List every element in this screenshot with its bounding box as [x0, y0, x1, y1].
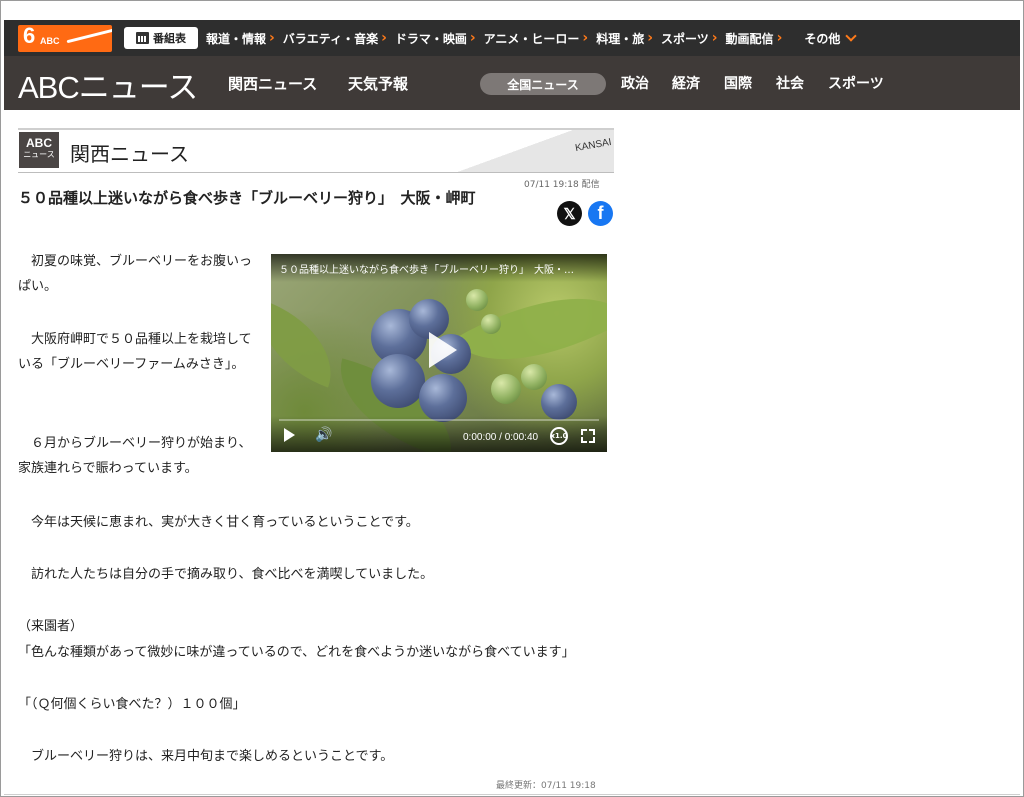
calendar-icon: [136, 32, 149, 44]
video-title: ５０品種以上迷いながら食べ歩き「ブルーベリー狩り」 大阪・…: [271, 254, 607, 282]
fullscreen-icon[interactable]: [581, 429, 595, 443]
video-time: 0:00:00 / 0:00:40: [463, 432, 539, 443]
chevron-right-icon: ›: [582, 30, 589, 46]
playback-speed-icon[interactable]: x1.0: [550, 427, 568, 445]
control-play-icon[interactable]: [284, 428, 295, 442]
other-menu[interactable]: その他: [804, 29, 858, 47]
article-paragraph: （来園者）: [18, 619, 84, 634]
category-sports[interactable]: スポーツ: [828, 73, 884, 93]
chevron-down-icon: [845, 29, 858, 42]
genre-nav-item[interactable]: スポーツ ›: [661, 30, 718, 47]
schedule-button[interactable]: 番組表: [124, 27, 198, 49]
last-updated: 最終更新：07/11 19:18: [496, 781, 596, 791]
abc-news-logo[interactable]: ABCニュース: [18, 62, 198, 107]
network-bar: 6 ABC 番組表 報道・情報 › バラエティ・音楽 › ドラマ・映画 › アニメ・ヒ…: [4, 20, 1020, 56]
genre-nav-label: バラエティ・音楽: [282, 31, 379, 46]
genre-nav-item[interactable]: 動画配信 ›: [726, 30, 783, 47]
chevron-right-icon: ›: [647, 30, 653, 46]
article-paragraph: ６月からブルーベリー狩りが始まり、家族連れらで賑わっています。: [18, 436, 252, 476]
schedule-label: 番組表: [153, 32, 186, 45]
thumbnail-green-berry: [481, 314, 501, 334]
section-logo-line2: ニュース: [23, 150, 55, 159]
genre-nav-label: スポーツ: [661, 31, 709, 46]
genre-nav-item[interactable]: 報道・情報 ›: [206, 30, 275, 47]
genre-nav-label: アニメ・ヒーロー: [483, 31, 580, 46]
article-paragraph: 今年は天候に恵まれ、実が大きく甘く育っているということです。: [18, 515, 419, 530]
publish-datetime: 07/11 19:18 配信: [524, 180, 600, 190]
thumbnail-green-berry: [491, 374, 521, 404]
genre-nav-label: 動画配信: [725, 31, 774, 46]
genre-nav-item[interactable]: 料理・旅 ›: [596, 30, 653, 47]
video-player[interactable]: ５０品種以上迷いながら食べ歩き「ブルーベリー狩り」 大阪・… 🔊 0:00:00…: [271, 254, 607, 452]
category-economy[interactable]: 経済: [672, 73, 700, 93]
article-paragraph: ブルーベリー狩りは、来月中旬まで楽しめるということです。: [18, 749, 394, 764]
logo-number: 6: [23, 25, 36, 48]
play-icon[interactable]: [417, 328, 461, 372]
section-logo: ABC ニュース: [19, 132, 59, 168]
article-paragraph: 大阪府岬町で５０品種以上を栽培している「ブルーベリーファームみさき」。: [18, 332, 252, 372]
chevron-right-icon: ›: [711, 30, 718, 46]
section-tag: KANSAI: [574, 136, 613, 155]
video-progress-bar[interactable]: [279, 419, 599, 421]
chevron-right-icon: ›: [269, 30, 275, 46]
thumbnail-leaf: [271, 300, 349, 388]
tab-national-news[interactable]: 全国ニュース: [480, 73, 606, 95]
video-controls: 🔊 0:00:00 / 0:00:40 x1.0: [271, 416, 607, 452]
article-quote: 「（Ｑ何個くらい食べた？）１００個」: [18, 697, 246, 712]
genre-nav-label: 報道・情報: [206, 31, 267, 46]
section-title: 関西ニュース: [70, 142, 189, 166]
genre-nav-item[interactable]: ドラマ・映画 ›: [395, 30, 476, 47]
article-paragraph: 初夏の味覚、ブルーベリーをお腹いっぱい。: [18, 254, 253, 294]
thumbnail-berry: [541, 384, 577, 420]
section-header: ABC ニュース 関西ニュース KANSAI: [18, 128, 614, 173]
genre-nav-label: 料理・旅: [596, 31, 645, 46]
volume-icon[interactable]: 🔊: [315, 427, 332, 443]
thumbnail-green-berry: [521, 364, 547, 390]
nav-weather[interactable]: 天気予報: [348, 73, 408, 94]
section-logo-line1: ABC: [26, 136, 52, 150]
divider: [4, 794, 1020, 795]
x-share-icon[interactable]: 𝕏: [557, 201, 582, 226]
article-quote: 「色んな種類があって微妙に味が違っているので、どれを食べようか迷いながら食べてい…: [18, 645, 575, 660]
article-headline: ５０品種以上迷いながら食べ歩き「ブルーベリー狩り」 大阪・岬町: [18, 189, 476, 207]
chevron-right-icon: ›: [469, 30, 476, 46]
abc-tv-logo[interactable]: 6 ABC: [18, 25, 112, 52]
chevron-right-icon: ›: [776, 30, 783, 46]
news-header: ABCニュース 関西ニュース 天気予報 全国ニュース 政治 経済 国際 社会 ス…: [4, 56, 1020, 110]
facebook-share-icon[interactable]: f: [588, 201, 613, 226]
genre-nav-item[interactable]: アニメ・ヒーロー ›: [484, 30, 589, 47]
category-politics[interactable]: 政治: [621, 73, 649, 93]
chevron-right-icon: ›: [381, 30, 387, 46]
genre-nav-item[interactable]: バラエティ・音楽 ›: [283, 30, 387, 47]
article-paragraph: 訪れた人たちは自分の手で摘み取り、食べ比べを満喫していました。: [18, 567, 434, 582]
category-society[interactable]: 社会: [776, 73, 804, 93]
thumbnail-green-berry: [466, 289, 488, 311]
category-international[interactable]: 国際: [724, 73, 752, 93]
logo-swoosh: [66, 25, 112, 44]
genre-nav: 報道・情報 › バラエティ・音楽 › ドラマ・映画 › アニメ・ヒーロー › 料理・旅 ›…: [206, 20, 863, 56]
genre-nav-label: ドラマ・映画: [394, 31, 467, 46]
thumbnail-berry: [419, 374, 467, 422]
other-menu-label: その他: [804, 31, 841, 46]
nav-kansai-news[interactable]: 関西ニュース: [228, 73, 317, 94]
logo-text: ABC: [40, 36, 60, 46]
